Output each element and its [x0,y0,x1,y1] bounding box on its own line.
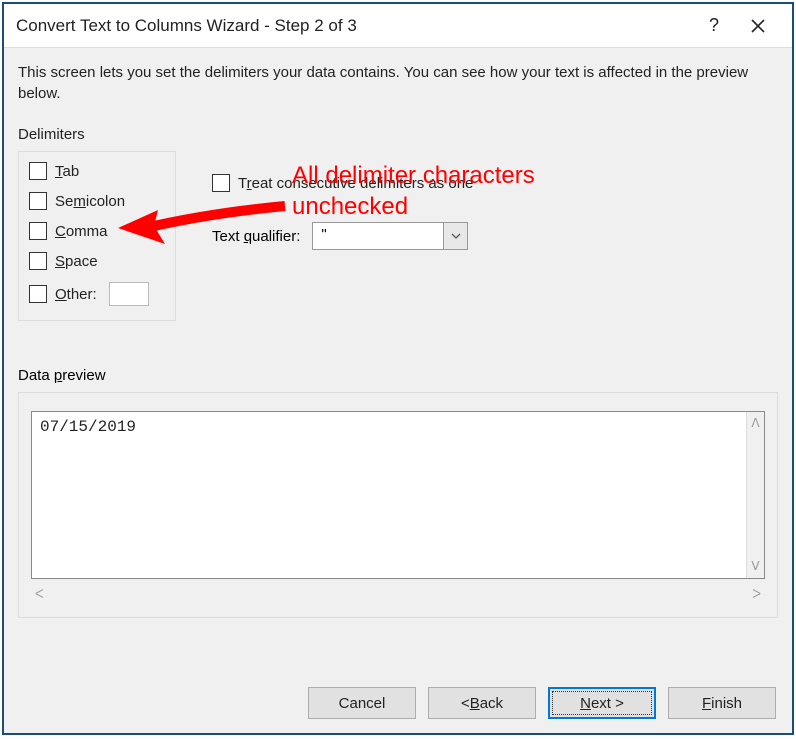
horizontal-scrollbar[interactable]: ᐸ ᐳ [31,585,765,603]
semicolon-label: Semicolon [55,193,125,210]
scroll-left-icon: ᐸ [35,587,44,601]
tab-label: Tab [55,163,79,180]
treat-consecutive-row[interactable]: Treat consecutive delimiters as one [212,174,473,192]
next-button[interactable]: Next > [548,687,656,719]
delimiters-box: Tab Semicolon Comma Space Other: [18,151,176,321]
semicolon-checkbox-row[interactable]: Semicolon [29,192,165,210]
text-qualifier-row: Text qualifier: " [212,222,473,250]
comma-checkbox-row[interactable]: Comma [29,222,165,240]
wizard-dialog: Convert Text to Columns Wizard - Step 2 … [2,2,794,735]
text-qualifier-dropdown[interactable]: " [312,222,468,250]
close-icon [751,19,765,33]
chevron-down-icon [451,233,461,239]
data-preview-label: Data preview [18,367,778,384]
scroll-up-icon: ᐱ [751,416,759,431]
other-label: Other: [55,286,97,303]
help-button[interactable]: ? [692,4,736,48]
semicolon-checkbox[interactable] [29,192,47,210]
button-row: Cancel < Back Next > Finish [308,687,776,719]
dialog-title: Convert Text to Columns Wizard - Step 2 … [16,16,692,36]
preview-container: 07/15/2019 ᐱ ᐯ ᐸ ᐳ [18,392,778,618]
comma-checkbox[interactable] [29,222,47,240]
close-button[interactable] [736,4,780,48]
text-qualifier-value: " [313,223,443,249]
other-checkbox-row[interactable]: Other: [29,282,165,306]
preview-box: 07/15/2019 ᐱ ᐯ [31,411,765,579]
treat-consecutive-checkbox[interactable] [212,174,230,192]
tab-checkbox-row[interactable]: Tab [29,162,165,180]
delimiters-group: Delimiters Tab Semicolon Comma Space [18,126,778,321]
space-label: Space [55,253,98,270]
space-checkbox-row[interactable]: Space [29,252,165,270]
back-button[interactable]: < Back [428,687,536,719]
text-qualifier-label: Text qualifier: [212,228,300,245]
preview-content: 07/15/2019 [40,418,136,436]
right-options: Treat consecutive delimiters as one Text… [212,174,473,250]
comma-label: Comma [55,223,108,240]
cancel-button[interactable]: Cancel [308,687,416,719]
treat-consecutive-label: Treat consecutive delimiters as one [238,175,473,192]
titlebar: Convert Text to Columns Wizard - Step 2 … [4,4,792,48]
space-checkbox[interactable] [29,252,47,270]
vertical-scrollbar[interactable]: ᐱ ᐯ [746,412,764,578]
finish-button[interactable]: Finish [668,687,776,719]
other-input[interactable] [109,282,149,306]
dropdown-button[interactable] [443,223,467,249]
scroll-down-icon: ᐯ [751,559,759,574]
scroll-right-icon: ᐳ [752,587,761,601]
content-area: This screen lets you set the delimiters … [4,48,792,628]
other-checkbox[interactable] [29,285,47,303]
description-text: This screen lets you set the delimiters … [18,62,778,104]
data-preview-section: Data preview 07/15/2019 ᐱ ᐯ ᐸ ᐳ [18,367,778,618]
tab-checkbox[interactable] [29,162,47,180]
delimiters-group-label: Delimiters [18,126,778,143]
